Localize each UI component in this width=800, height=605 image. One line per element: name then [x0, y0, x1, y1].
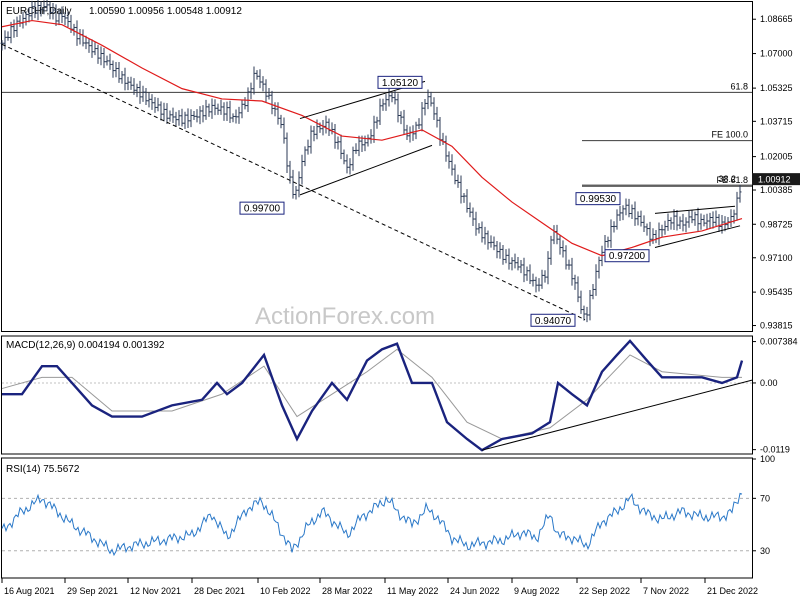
x-tick-label: 12 Nov 2021 [130, 586, 181, 596]
macd-trendline [481, 379, 753, 451]
x-tick-label: 29 Sep 2021 [67, 586, 118, 596]
moving-average-line [1, 19, 743, 257]
price-annotation: 0.97200 [604, 249, 650, 262]
fib-level-label: 61.8 [730, 81, 748, 91]
price-y-tick-label: 0.93815 [760, 321, 793, 331]
price-annotation: 0.99700 [239, 201, 285, 215]
macd-signal-line [1, 348, 742, 440]
chart-canvas: EURCHF,Daily 1.00590 1.00956 1.00548 1.0… [0, 0, 800, 596]
price-annotation: 0.94070 [530, 313, 576, 327]
price-y-tick-label: 1.00385 [760, 185, 793, 195]
rsi-series [1, 492, 752, 557]
rsi-title: RSI(14) 75.5672 [6, 464, 80, 475]
x-tick-label: 10 Feb 2022 [260, 586, 311, 596]
price-y-tick-label: 1.05325 [760, 83, 793, 93]
rsi-y-tick-label: 70 [760, 493, 770, 503]
x-tick-label: 28 Mar 2022 [322, 586, 373, 596]
annotation-label: 0.99700 [244, 204, 281, 215]
rsi-y-tick-label: 30 [760, 546, 770, 556]
price-y-tick-label: 1.08665 [760, 14, 793, 24]
price-annotations: 1.05120 0.99700 0.99530 0.97200 0.94070 1.009… [239, 75, 800, 327]
watermark: ActionForex.com [255, 303, 435, 330]
annotation-label: 0.97200 [609, 251, 646, 262]
price-dashed-trendline [1, 43, 586, 321]
rsi-y-tick-label: 100 [760, 454, 775, 464]
annotation-label: 0.94070 [535, 316, 572, 327]
x-tick-label: 21 Dec 2022 [707, 586, 758, 596]
price-y-tick-label: 0.98725 [760, 219, 793, 229]
price-series [0, 0, 743, 323]
annotation-label: 0.99530 [580, 194, 617, 205]
macd-title: MACD(12,26,9) 0.004194 0.001392 [6, 340, 165, 351]
macd-line [2, 339, 744, 452]
price-y-tick-label: 1.03715 [760, 116, 793, 126]
x-tick-label: 22 Sep 2022 [579, 586, 630, 596]
price-y-tick-label: 1.02005 [760, 152, 793, 162]
x-tick-label: 7 Nov 2022 [643, 586, 689, 596]
macd-series [1, 339, 753, 452]
price-y-tick-label: 0.97100 [760, 253, 793, 263]
fib-level-label: FE 100.0 [711, 130, 748, 140]
macd-y-tick-label: 0.00 [760, 378, 778, 388]
price-annotation: 1.05120 [377, 75, 423, 89]
price-annotation: 0.99530 [575, 192, 621, 206]
chart-ohlc: 1.00590 1.00956 1.00548 1.00912 [89, 6, 242, 17]
rsi-line [1, 492, 743, 557]
fib-level-label: 38.2 [718, 174, 736, 184]
current-price-label: 1.00912 [758, 175, 791, 185]
price-y-tick-label: 1.07000 [760, 49, 793, 59]
reference-lines: 61.8FE 100.0FE 61.838.2 [2, 81, 752, 187]
rsi-panel-frame [1, 457, 753, 579]
x-tick-label: 11 May 2022 [387, 586, 438, 596]
price-y-tick-label: 0.95435 [760, 287, 793, 297]
x-tick-label: 16 Aug 2021 [4, 586, 55, 596]
x-tick-label: 9 Aug 2022 [514, 586, 560, 596]
chart-overlays [1, 43, 741, 321]
x-tick-label: 28 Dec 2021 [194, 586, 245, 596]
macd-y-tick-label: 0.007384 [760, 337, 798, 347]
annotation-label: 1.05120 [382, 78, 419, 89]
channel-lower-line [299, 144, 433, 196]
x-tick-label: 24 Jun 2022 [450, 586, 500, 596]
